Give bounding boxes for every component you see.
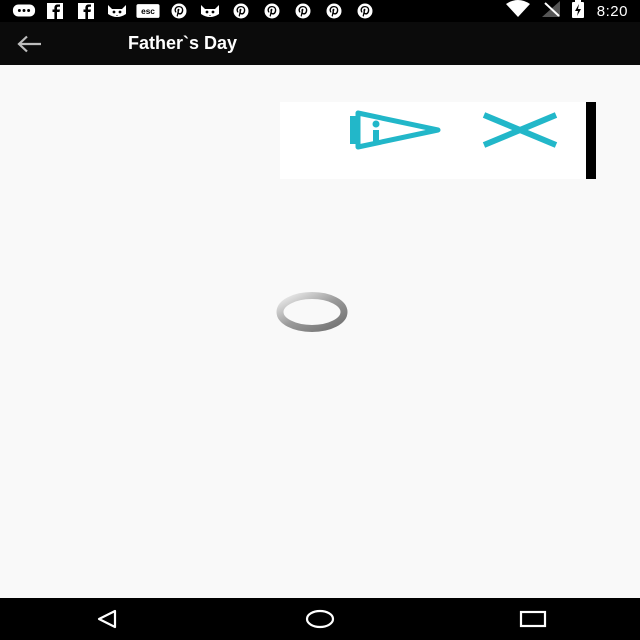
cat-app-icon [198, 3, 222, 19]
pinterest-icon [291, 3, 315, 19]
status-bar: esc 8:20 [0, 0, 640, 22]
loading-spinner [276, 292, 348, 332]
signal-icon [541, 0, 561, 23]
battery-icon [571, 0, 585, 23]
phone-screen: esc 8:20 Father`s Day [0, 0, 640, 640]
facebook-icon [74, 3, 98, 19]
notification-icons: esc [12, 3, 505, 19]
arrow-left-icon [17, 35, 41, 52]
facebook-icon [43, 3, 67, 19]
pinterest-icon [322, 3, 346, 19]
close-icon[interactable] [480, 112, 562, 148]
status-time: 8:20 [596, 2, 628, 20]
pinterest-icon [167, 3, 191, 19]
nav-recents-button[interactable] [503, 598, 563, 640]
content-area [0, 65, 640, 598]
cat-app-icon [105, 3, 129, 19]
nav-home-icon [305, 609, 335, 629]
pinterest-icon [260, 3, 284, 19]
messages-icon [12, 3, 36, 19]
back-button[interactable] [16, 22, 60, 65]
wifi-icon [505, 0, 531, 23]
ad-choices-icon[interactable] [346, 110, 446, 150]
nav-back-icon [97, 609, 116, 629]
navigation-bar [0, 598, 640, 640]
page-title: Father`s Day [128, 33, 238, 53]
ad-border [586, 102, 596, 179]
nav-home-button[interactable] [290, 598, 350, 640]
nav-back-button[interactable] [77, 598, 137, 640]
esc-icon: esc [136, 3, 160, 19]
system-icons: 8:20 [505, 0, 628, 23]
pinterest-icon [353, 3, 377, 19]
esc-icon-label: esc [141, 6, 155, 16]
nav-recents-icon [520, 610, 547, 628]
pinterest-icon [229, 3, 253, 19]
ad-banner[interactable] [280, 102, 596, 179]
app-bar: Father`s Day [0, 22, 640, 65]
